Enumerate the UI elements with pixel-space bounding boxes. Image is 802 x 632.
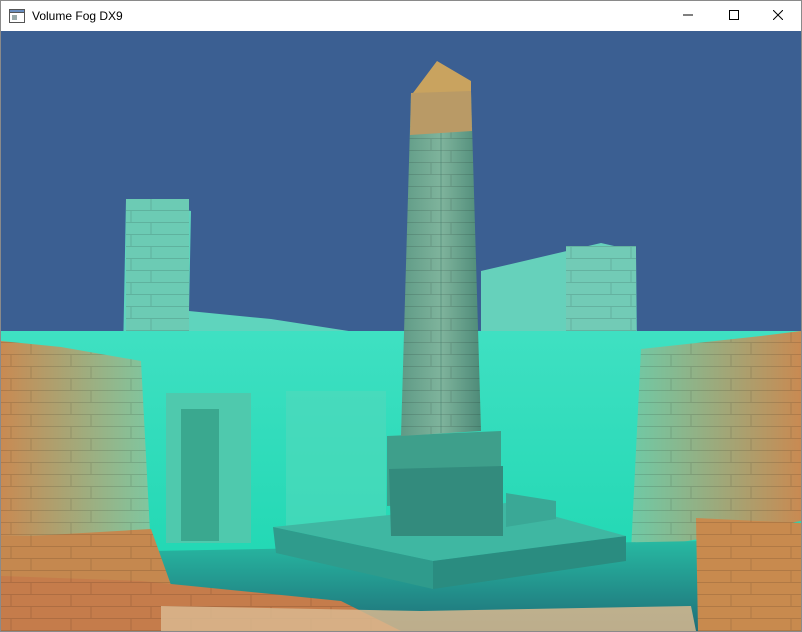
app-window: Volume Fog DX9 — [0, 0, 802, 632]
maximize-button[interactable] — [711, 1, 757, 31]
foreground-blocks-right — [696, 518, 801, 631]
window-title: Volume Fog DX9 — [32, 9, 123, 23]
right-sandstone-wall — [631, 331, 801, 551]
minimize-button[interactable] — [665, 1, 711, 31]
minimize-icon — [683, 7, 693, 25]
close-button[interactable] — [755, 1, 801, 31]
close-icon — [772, 7, 784, 25]
title-bar[interactable]: Volume Fog DX9 — [1, 1, 801, 31]
app-window-icon — [9, 9, 25, 23]
render-viewport[interactable] — [1, 31, 801, 631]
maximize-icon — [729, 7, 739, 25]
obelisk — [401, 61, 481, 436]
obelisk-pedestal — [387, 431, 503, 536]
